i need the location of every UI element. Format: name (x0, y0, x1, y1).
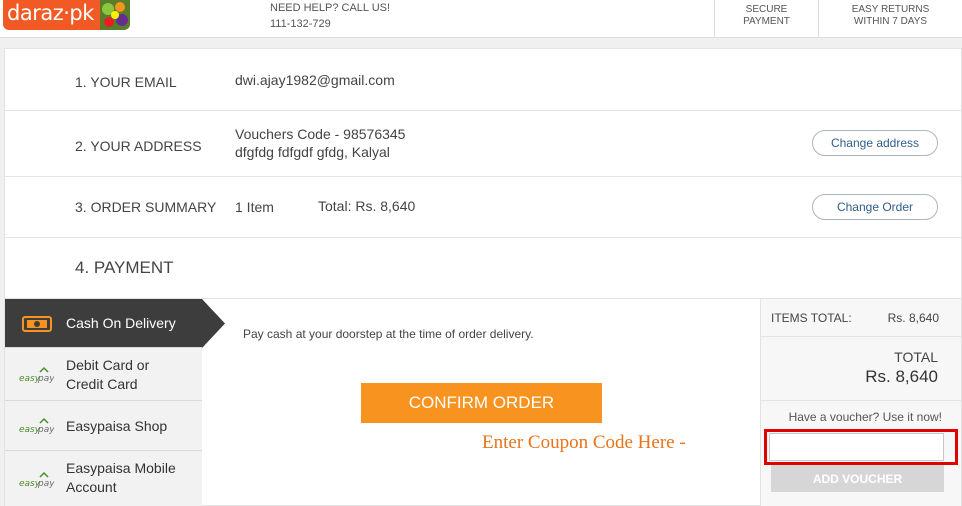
change-address-button[interactable]: Change address (812, 130, 938, 156)
order-items: 1 Item (235, 199, 274, 215)
payment-method-cash-on-delivery[interactable]: Cash On Delivery (5, 299, 202, 348)
total-label: TOTAL (894, 349, 938, 365)
logo-mark-icon (100, 0, 130, 30)
method-label-line-2: Account (66, 479, 117, 495)
add-voucher-button[interactable]: ADD VOUCHER (771, 465, 944, 492)
confirm-order-button[interactable]: CONFIRM ORDER (361, 383, 602, 423)
secure-payment-badge: SECURE PAYMENT (714, 0, 818, 38)
returns-line-2: WITHIN 7 DAYS (853, 16, 928, 27)
step-address: 2. YOUR ADDRESS Vouchers Code - 98576345… (5, 111, 961, 177)
secure-line-1: SECURE (745, 4, 788, 15)
address-value: Vouchers Code - 98576345 dfgfdg fdfgdf g… (235, 125, 405, 161)
voucher-code-input[interactable] (769, 433, 944, 461)
svg-text:pay: pay (37, 479, 54, 489)
cash-icon (22, 316, 52, 332)
daraz-logo[interactable]: daraz·pk (3, 0, 130, 30)
easy-returns-badge: EASY RETURNS WITHIN 7 DAYS (818, 0, 962, 38)
step-email: 1. YOUR EMAIL dwi.ajay1982@gmail.com (5, 49, 961, 111)
site-header: daraz·pk NEED HELP? CALL US! 111-132-729… (0, 0, 962, 38)
items-total-label: ITEMS TOTAL: (771, 311, 852, 325)
returns-line-1: EASY RETURNS (851, 4, 930, 15)
svg-text:pay: pay (37, 425, 54, 435)
step-email-label: 1. YOUR EMAIL (75, 74, 177, 90)
address-line-2: dfgfdg fdfgdf gfdg, Kalyal (235, 144, 390, 160)
payment-method-easypaisa-mobile[interactable]: easy pay Easypaisa Mobile Account (5, 451, 202, 506)
payment-method-easypaisa-shop[interactable]: easy pay Easypaisa Shop (5, 401, 202, 451)
help-phone[interactable]: 111-132-729 (270, 17, 390, 31)
method-label: Debit Card or Credit Card (66, 356, 149, 394)
svg-text:pay: pay (37, 374, 54, 384)
method-label-line-1: Easypaisa Mobile (66, 460, 176, 476)
email-value: dwi.ajay1982@gmail.com (235, 72, 395, 88)
summary-divider (761, 400, 962, 401)
items-total-value: Rs. 8,640 (887, 311, 939, 325)
step-payment: 4. PAYMENT (5, 238, 961, 299)
method-label: Easypaisa Mobile Account (66, 459, 176, 497)
change-order-button[interactable]: Change Order (812, 194, 938, 220)
step-address-label: 2. YOUR ADDRESS (75, 138, 202, 154)
selected-method-pointer (202, 299, 225, 348)
payment-note: Pay cash at your doorstep at the time of… (243, 327, 534, 341)
total-value: Rs. 8,640 (865, 367, 938, 386)
method-label-line-1: Debit Card or (66, 357, 150, 373)
coupon-annotation: Enter Coupon Code Here - (482, 432, 686, 453)
method-label: Cash On Delivery (66, 315, 176, 331)
step-order-summary: 3. ORDER SUMMARY 1 Item Total: Rs. 8,640… (5, 177, 961, 238)
method-label-line-2: Credit Card (66, 376, 138, 392)
step-order-label: 3. ORDER SUMMARY (75, 199, 217, 215)
order-total: Total: Rs. 8,640 (318, 198, 416, 214)
logo-text: daraz·pk (7, 1, 94, 25)
items-total-row: ITEMS TOTAL: Rs. 8,640 (761, 299, 962, 337)
step-payment-label: 4. PAYMENT (75, 258, 174, 277)
checkout-card: 1. YOUR EMAIL dwi.ajay1982@gmail.com 2. … (4, 48, 962, 506)
voucher-hint: Have a voucher? Use it now! (788, 410, 942, 424)
easypay-logo-icon: easy pay (19, 471, 54, 489)
order-totals-panel: ITEMS TOTAL: Rs. 8,640 TOTAL Rs. 8,640 H… (760, 299, 962, 506)
secure-line-2: PAYMENT (743, 16, 790, 27)
payment-method-card[interactable]: easy pay Debit Card or Credit Card (5, 348, 202, 401)
help-contact: NEED HELP? CALL US! 111-132-729 (270, 1, 390, 31)
method-label: Easypaisa Shop (66, 418, 168, 434)
help-title: NEED HELP? CALL US! (270, 2, 391, 14)
address-line-1: Vouchers Code - 98576345 (235, 126, 406, 142)
payment-method-list: Cash On Delivery easy pay Debit Card or … (5, 299, 202, 506)
easypay-logo-icon: easy pay (19, 417, 54, 435)
easypay-logo-icon: easy pay (19, 366, 54, 384)
